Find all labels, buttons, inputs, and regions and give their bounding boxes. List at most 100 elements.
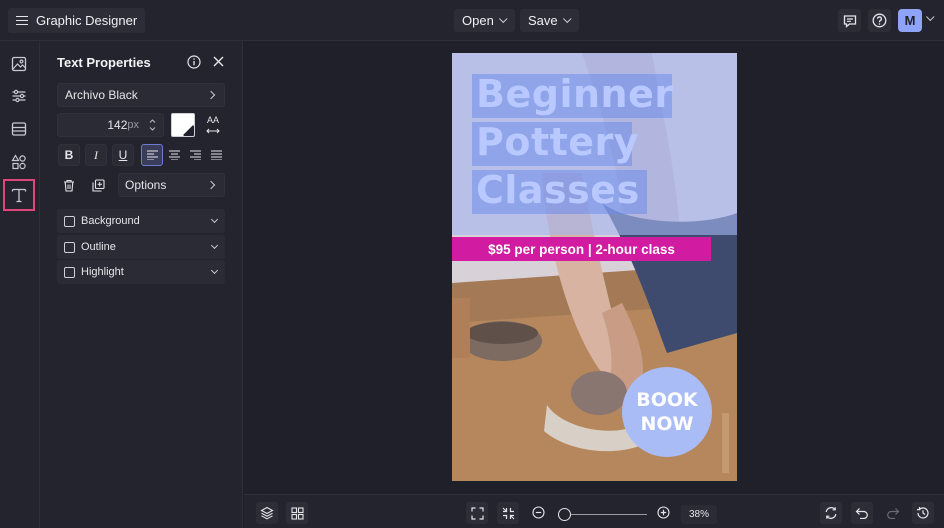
book-now-badge[interactable]: BOOK NOW	[622, 367, 712, 457]
redo-button[interactable]	[882, 502, 904, 524]
font-family-select[interactable]: Archivo Black	[57, 83, 225, 107]
align-right-button[interactable]	[184, 144, 206, 166]
app-title: Graphic Designer	[36, 13, 138, 28]
align-left-icon	[146, 150, 158, 160]
text-color-swatch[interactable]	[171, 113, 195, 137]
poster-title-line-2[interactable]: Pottery	[476, 120, 639, 164]
stepper-arrows-icon[interactable]	[149, 118, 156, 132]
trash-icon	[64, 179, 74, 192]
refresh-icon	[825, 507, 837, 519]
image-icon	[11, 56, 27, 72]
open-dropdown[interactable]: Open	[454, 9, 515, 32]
zoom-slider-handle[interactable]	[558, 508, 571, 521]
zoom-out-icon	[532, 506, 545, 519]
grid-icon	[290, 506, 304, 520]
text-icon	[11, 188, 27, 203]
align-justify-icon	[210, 150, 222, 160]
refresh-button[interactable]	[820, 502, 842, 524]
undo-icon	[855, 508, 868, 519]
comment-icon	[843, 14, 856, 28]
swatch-corner	[183, 125, 194, 136]
align-justify-button[interactable]	[205, 144, 227, 166]
highlight-section[interactable]: Highlight	[57, 260, 225, 284]
align-right-icon	[189, 150, 201, 160]
save-label: Save	[528, 13, 558, 28]
fit-to-screen-button[interactable]	[466, 502, 488, 524]
grid-button[interactable]	[286, 502, 308, 524]
layers-icon	[260, 506, 274, 520]
options-label: Options	[125, 178, 167, 192]
spacing-arrows-icon	[206, 128, 220, 134]
font-size-unit: px	[127, 119, 139, 131]
bold-button[interactable]: B	[58, 144, 80, 166]
align-center-button[interactable]	[163, 144, 185, 166]
price-banner[interactable]: $95 per person | 2-hour class	[452, 237, 711, 261]
compress-icon	[502, 507, 514, 519]
delete-button[interactable]	[58, 174, 80, 196]
poster[interactable]: Beginner Pottery Classes $95 per person …	[452, 53, 737, 481]
align-left-button[interactable]	[141, 144, 163, 166]
align-center-icon	[168, 150, 180, 160]
open-label: Open	[462, 13, 494, 28]
outline-checkbox[interactable]	[64, 241, 75, 253]
chevron-down-icon	[210, 215, 219, 224]
hamburger-icon	[16, 15, 28, 26]
background-label: Background	[81, 215, 140, 227]
text-properties-panel: Text Properties Archivo Black 142 px AA …	[40, 41, 243, 528]
cta-line-1: BOOK	[636, 389, 698, 411]
zoom-in-button[interactable]	[657, 506, 670, 519]
history-button[interactable]	[912, 502, 934, 524]
user-avatar[interactable]: M	[898, 9, 922, 32]
layers-button[interactable]	[256, 502, 278, 524]
duplicate-button[interactable]	[87, 174, 109, 196]
help-button[interactable]	[868, 9, 891, 32]
rail-item-adjust[interactable]	[4, 81, 34, 111]
history-icon	[917, 507, 929, 519]
info-icon	[187, 55, 201, 69]
underline-button[interactable]: U	[112, 144, 134, 166]
rail-item-layout[interactable]	[4, 114, 34, 144]
duplicate-icon	[91, 178, 105, 192]
outline-label: Outline	[81, 241, 116, 253]
app-menu-button[interactable]: Graphic Designer	[8, 8, 146, 33]
save-dropdown[interactable]: Save	[520, 9, 579, 32]
undo-button[interactable]	[851, 502, 873, 524]
panel-title: Text Properties	[57, 55, 151, 70]
outline-section[interactable]: Outline	[57, 235, 225, 259]
font-family-value: Archivo Black	[65, 88, 138, 102]
info-button[interactable]	[187, 55, 201, 69]
case-label: AA	[206, 115, 219, 125]
poster-title-line-3[interactable]: Classes	[476, 168, 640, 212]
shrink-button[interactable]	[497, 502, 519, 524]
background-section[interactable]: Background	[57, 209, 225, 233]
zoom-in-icon	[657, 506, 670, 519]
chevron-down-icon	[210, 241, 219, 250]
top-bar: Graphic Designer Open Save M	[0, 0, 944, 41]
help-icon	[872, 13, 887, 28]
design-canvas[interactable]: Beginner Pottery Classes $95 per person …	[244, 41, 944, 494]
rail-item-images[interactable]	[4, 49, 34, 79]
close-panel-button[interactable]	[212, 55, 225, 68]
rail-item-text[interactable]	[3, 179, 35, 211]
background-checkbox[interactable]	[64, 215, 75, 227]
account-chevron-down-icon[interactable]	[926, 12, 935, 22]
zoom-out-button[interactable]	[532, 506, 545, 519]
highlight-checkbox[interactable]	[64, 266, 75, 278]
chevron-right-icon	[206, 90, 216, 100]
expand-icon	[470, 506, 484, 520]
chevron-down-icon	[498, 14, 508, 23]
highlight-label: Highlight	[81, 266, 124, 278]
bottom-toolbar: 38%	[244, 494, 944, 528]
rail-item-shapes[interactable]	[4, 147, 34, 177]
letter-case-button[interactable]: AA	[202, 114, 224, 136]
cta-line-2: NOW	[640, 413, 694, 435]
poster-title-line-1[interactable]: Beginner	[476, 72, 674, 116]
comments-button[interactable]	[838, 9, 861, 32]
font-size-value: 142	[107, 118, 128, 132]
tool-rail	[0, 41, 40, 528]
italic-button[interactable]: I	[85, 144, 107, 166]
options-button[interactable]: Options	[118, 173, 225, 197]
font-size-stepper[interactable]: 142 px	[57, 113, 164, 137]
zoom-level[interactable]: 38%	[681, 505, 717, 524]
zoom-slider-track[interactable]	[563, 514, 647, 515]
